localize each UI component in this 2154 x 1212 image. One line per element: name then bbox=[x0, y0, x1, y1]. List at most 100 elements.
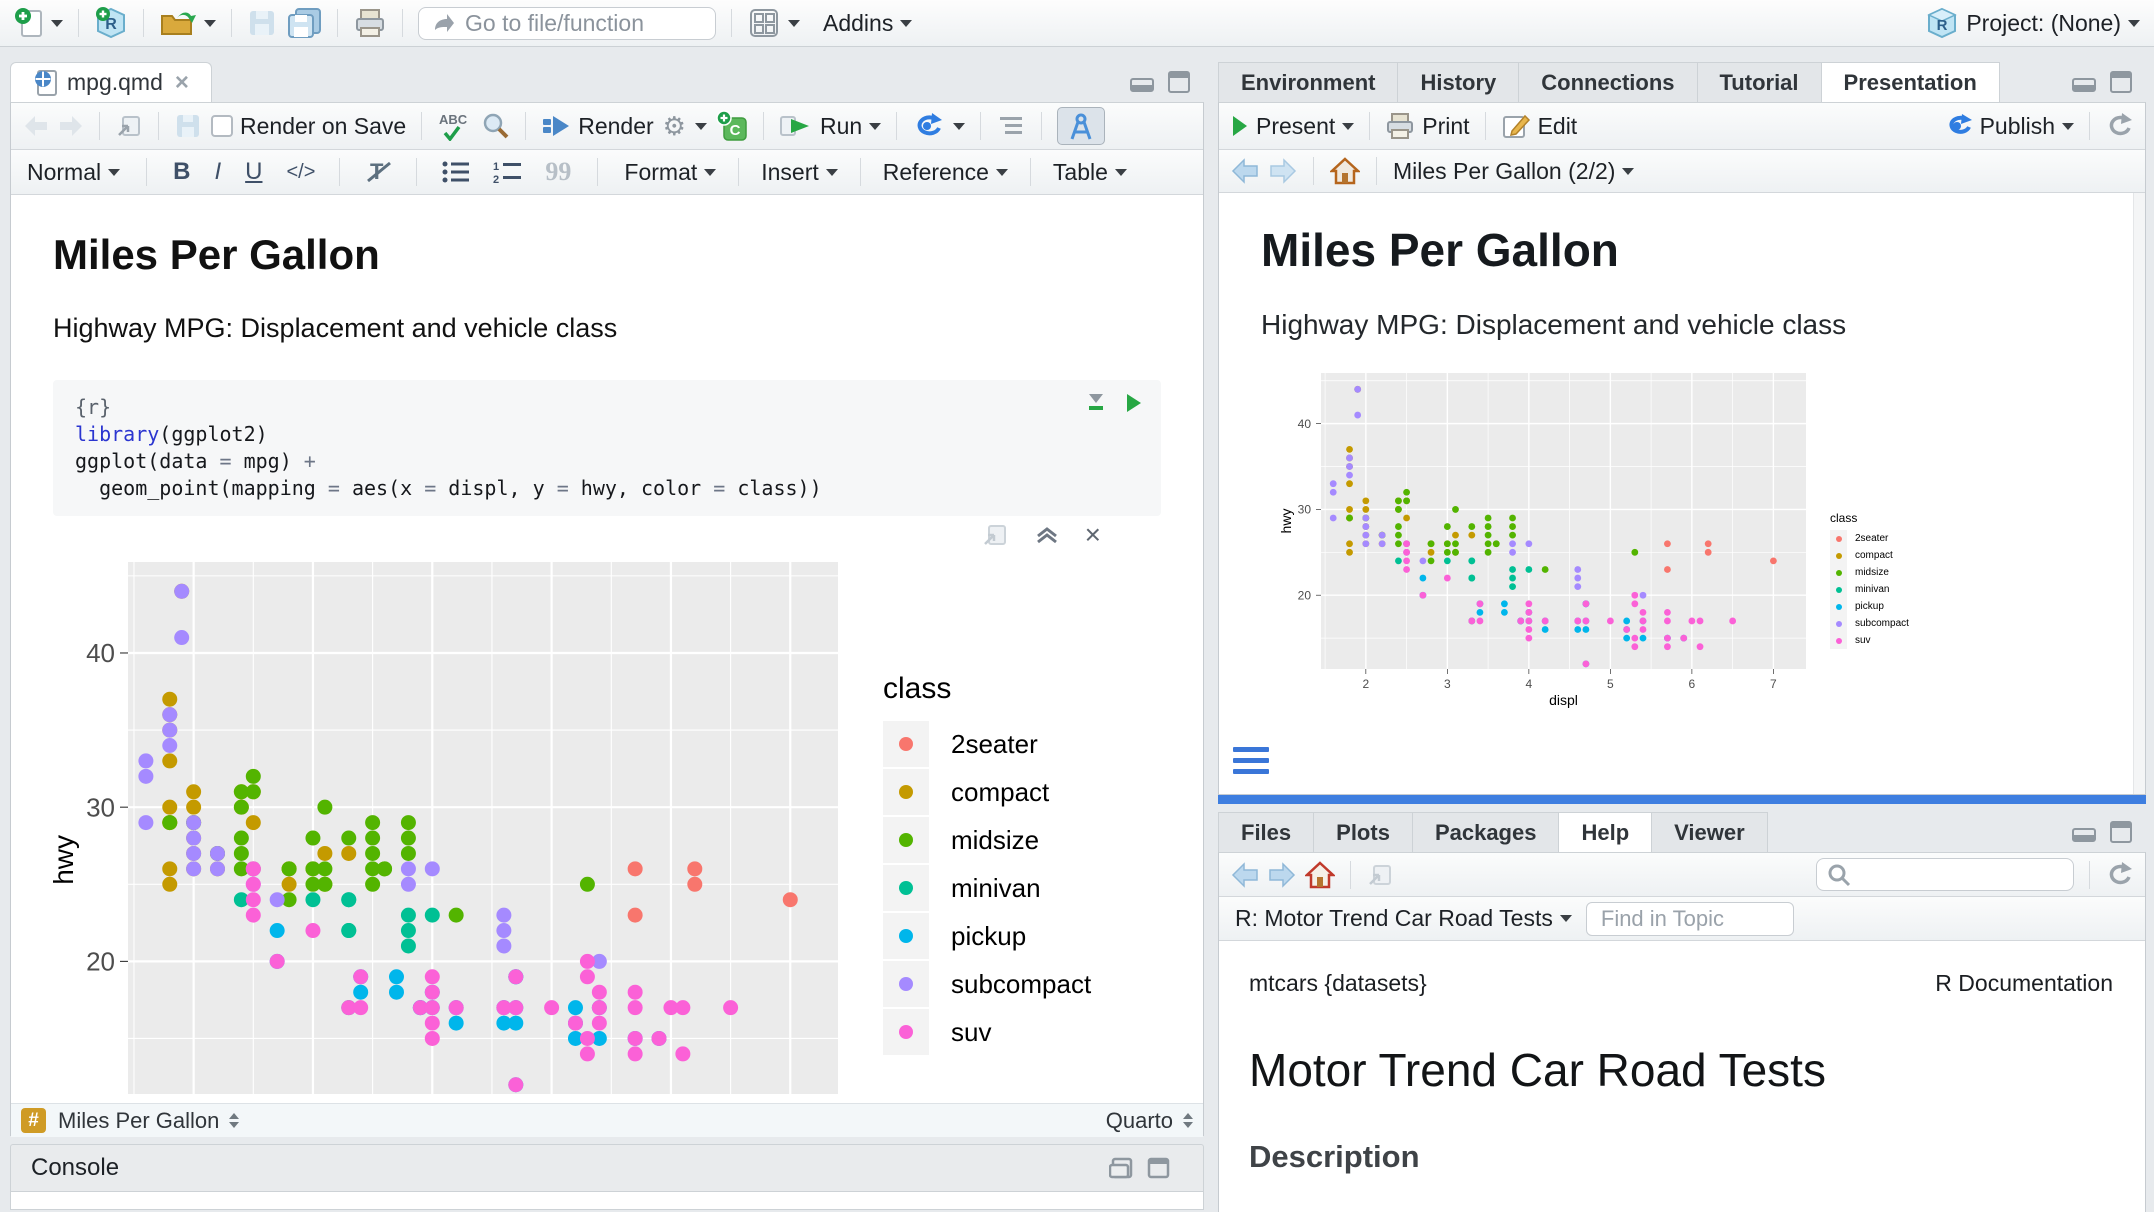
print-button[interactable]: Print bbox=[1385, 112, 1469, 140]
help-document[interactable]: mtcars {datasets} R Documentation Motor … bbox=[1219, 941, 2145, 1212]
numbered-list-icon[interactable]: 12 bbox=[493, 160, 523, 184]
code-line[interactable]: {r} bbox=[75, 394, 1139, 421]
addins-button[interactable]: Addins bbox=[823, 10, 912, 37]
popout-icon[interactable] bbox=[115, 113, 143, 139]
help-refresh-icon[interactable] bbox=[2105, 861, 2133, 889]
paragraph-style-select[interactable]: Normal bbox=[27, 159, 120, 186]
run-button[interactable]: Run bbox=[779, 113, 881, 140]
spellcheck-icon[interactable]: ABC bbox=[437, 111, 471, 141]
help-home-icon[interactable] bbox=[1305, 861, 1335, 889]
forward-icon[interactable] bbox=[58, 114, 84, 138]
maximize-pane-icon[interactable] bbox=[1168, 71, 1192, 93]
tab-plots[interactable]: Plots bbox=[1314, 812, 1413, 852]
goto-file-search[interactable]: Go to file/function bbox=[418, 7, 716, 40]
open-file-button[interactable] bbox=[159, 8, 216, 38]
edit-button[interactable]: Edit bbox=[1501, 112, 1578, 140]
tab-tutorial[interactable]: Tutorial bbox=[1698, 62, 1822, 102]
minimize-pane-icon[interactable] bbox=[2072, 72, 2098, 92]
tab-connections[interactable]: Connections bbox=[1519, 62, 1697, 102]
maximize-pane-icon[interactable] bbox=[1147, 1157, 1171, 1179]
run-caret[interactable] bbox=[869, 123, 881, 130]
slides-home-icon[interactable] bbox=[1330, 157, 1360, 185]
clear-formatting-icon[interactable]: T bbox=[364, 159, 392, 185]
tab-packages[interactable]: Packages bbox=[1413, 812, 1560, 852]
tab-mpg-qmd[interactable]: mpg.qmd × bbox=[10, 62, 212, 102]
print-icon[interactable] bbox=[353, 7, 387, 39]
maximize-pane-icon[interactable] bbox=[2110, 821, 2134, 843]
tab-viewer[interactable]: Viewer bbox=[1652, 812, 1768, 852]
publish-caret[interactable] bbox=[2062, 123, 2074, 130]
source-refresh-icon[interactable] bbox=[912, 111, 944, 141]
help-popout-icon[interactable] bbox=[1366, 862, 1394, 888]
save-icon[interactable] bbox=[247, 8, 277, 38]
render-on-save-checkbox[interactable] bbox=[211, 115, 233, 137]
help-topic-select[interactable]: R: Motor Trend Car Road Tests bbox=[1235, 905, 1572, 932]
panes-layout-caret[interactable] bbox=[788, 20, 800, 27]
find-in-topic-input[interactable]: Find in Topic bbox=[1586, 902, 1794, 936]
new-file-caret[interactable] bbox=[51, 20, 63, 27]
present-button[interactable]: Present bbox=[1231, 113, 1354, 140]
help-search-input[interactable] bbox=[1816, 858, 2074, 891]
tab-help[interactable]: Help bbox=[1559, 812, 1652, 852]
visual-editor-toggle[interactable] bbox=[1057, 107, 1105, 145]
section-navigator-arrows-icon[interactable] bbox=[229, 1113, 239, 1128]
code-line[interactable]: ggplot(data = mpg) + bbox=[75, 448, 1139, 475]
save-all-icon[interactable] bbox=[286, 7, 322, 39]
help-forward-icon[interactable] bbox=[1268, 862, 1296, 888]
tab-history[interactable]: History bbox=[1398, 62, 1519, 102]
minimize-pane-icon[interactable] bbox=[2072, 822, 2098, 842]
tab-environment[interactable]: Environment bbox=[1218, 62, 1398, 102]
slide-forward-icon[interactable] bbox=[1269, 158, 1297, 184]
chunk-code[interactable]: {r}library(ggplot2)ggplot(data = mpg) + … bbox=[75, 394, 1139, 502]
open-file-caret[interactable] bbox=[204, 20, 216, 27]
outline-icon[interactable] bbox=[996, 114, 1026, 138]
help-back-icon[interactable] bbox=[1231, 862, 1259, 888]
render-on-save-option[interactable]: Render on Save bbox=[211, 113, 406, 140]
underline-button[interactable]: U bbox=[245, 158, 262, 186]
clear-output-icon[interactable]: × bbox=[1085, 519, 1101, 551]
bold-button[interactable]: B bbox=[173, 158, 190, 186]
maximize-pane-icon[interactable] bbox=[2110, 71, 2134, 93]
panes-layout-button[interactable] bbox=[747, 6, 800, 40]
pane-splitter[interactable] bbox=[1218, 795, 2146, 804]
slide-back-icon[interactable] bbox=[1231, 158, 1259, 184]
r-code-chunk[interactable]: {r}library(ggplot2)ggplot(data = mpg) + … bbox=[53, 380, 1161, 516]
bullet-list-icon[interactable] bbox=[441, 160, 471, 184]
table-menu[interactable]: Table bbox=[1053, 159, 1127, 186]
minimize-pane-icon[interactable] bbox=[1109, 1157, 1135, 1179]
render-button[interactable]: Render bbox=[541, 113, 653, 140]
slide-menu-icon[interactable] bbox=[1233, 747, 1269, 774]
render-settings-gear-icon[interactable]: ⚙ bbox=[663, 111, 686, 142]
italic-button[interactable]: I bbox=[214, 158, 221, 186]
tab-presentation[interactable]: Presentation bbox=[1822, 62, 2000, 102]
new-project-button[interactable]: R bbox=[94, 6, 128, 40]
minimize-pane-icon[interactable] bbox=[1130, 72, 1156, 92]
format-menu[interactable]: Format bbox=[624, 159, 716, 186]
run-chunks-above-icon[interactable] bbox=[1085, 392, 1107, 414]
code-format-button[interactable]: </> bbox=[286, 161, 315, 184]
project-menu-button[interactable]: R Project: (None) bbox=[1925, 6, 2140, 40]
refresh-icon[interactable] bbox=[2105, 112, 2133, 140]
presentation-slide[interactable]: Miles Per Gallon Highway MPG: Displaceme… bbox=[1219, 193, 2145, 794]
tab-files[interactable]: Files bbox=[1218, 812, 1314, 852]
presentation-scrollbar[interactable] bbox=[2133, 193, 2145, 794]
insert-menu[interactable]: Insert bbox=[761, 159, 838, 186]
reference-menu[interactable]: Reference bbox=[883, 159, 1008, 186]
blockquote-icon[interactable]: 99 bbox=[545, 157, 571, 187]
visual-editor-canvas[interactable]: Miles Per Gallon Highway MPG: Displaceme… bbox=[11, 195, 1203, 1103]
save-icon-editor[interactable] bbox=[174, 112, 202, 140]
console-header[interactable]: Console bbox=[10, 1144, 1204, 1192]
back-icon[interactable] bbox=[23, 114, 49, 138]
render-settings-caret[interactable] bbox=[695, 123, 707, 130]
insert-chunk-icon[interactable]: C bbox=[716, 110, 748, 142]
publish-button[interactable]: Publish bbox=[1943, 112, 2074, 140]
section-navigator[interactable]: Miles Per Gallon bbox=[58, 1108, 219, 1134]
source-options-caret[interactable] bbox=[953, 123, 965, 130]
document-mode-arrows-icon[interactable] bbox=[1183, 1113, 1193, 1128]
output-popout-icon[interactable] bbox=[981, 522, 1009, 548]
slide-selector[interactable]: Miles Per Gallon (2/2) bbox=[1393, 158, 1634, 185]
present-caret[interactable] bbox=[1342, 123, 1354, 130]
tab-close-icon[interactable]: × bbox=[175, 69, 189, 97]
new-file-button[interactable] bbox=[14, 7, 63, 39]
code-line[interactable]: geom_point(mapping = aes(x = displ, y = … bbox=[75, 475, 1139, 502]
